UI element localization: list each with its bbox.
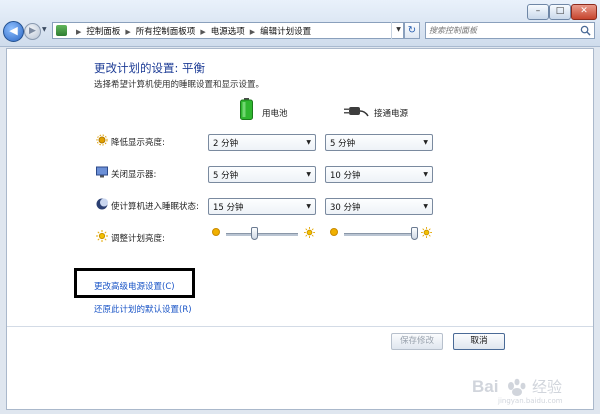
breadcrumb: ▶ 控制面板 ▶ 所有控制面板项 ▶ 电源选项 ▶ 编辑计划设置 — [71, 25, 311, 37]
content-panel — [6, 48, 594, 410]
close-button[interactable]: ✕ — [571, 4, 597, 20]
chevron-down-icon: ▼ — [306, 171, 311, 178]
brightness-battery-slider-thumb[interactable] — [251, 227, 259, 240]
chevron-down-icon: ▼ — [306, 139, 311, 146]
brightness-battery-track[interactable] — [226, 233, 298, 236]
advanced-power-settings-link[interactable]: 更改高级电源设置(C) — [94, 280, 175, 292]
page-subtitle: 选择希望计算机使用的睡眠设置和显示设置。 — [94, 80, 265, 90]
recent-pages-dropdown[interactable]: ▼ — [42, 26, 47, 33]
minimize-button[interactable]: – — [527, 4, 549, 20]
sleep-battery-value: 15 分钟 — [213, 203, 244, 213]
dim-sun-icon — [212, 228, 220, 236]
breadcrumb-item-all-items[interactable]: 所有控制面板项 — [136, 27, 196, 37]
breadcrumb-separator-icon: ▶ — [76, 28, 82, 36]
dim-display-label: 降低显示亮度: — [111, 138, 165, 148]
dim-display-battery-select[interactable]: 2 分钟 ▼ — [208, 134, 316, 151]
chevron-down-icon: ▼ — [306, 203, 311, 210]
brightness-plugged-slider-thumb[interactable] — [411, 227, 419, 240]
maximize-button[interactable]: □ — [549, 4, 571, 20]
turn-off-display-battery-value: 5 分钟 — [213, 171, 239, 181]
sleep-battery-select[interactable]: 15 分钟 ▼ — [208, 198, 316, 215]
brightness-plugged-track[interactable] — [344, 233, 416, 236]
sleep-plugged-select[interactable]: 30 分钟 ▼ — [325, 198, 433, 215]
address-bar[interactable]: ▶ 控制面板 ▶ 所有控制面板项 ▶ 电源选项 ▶ 编辑计划设置 — [52, 22, 404, 39]
battery-icon — [240, 98, 253, 120]
column-header-plugged: 接通电源 — [374, 109, 409, 119]
dim-display-plugged-select[interactable]: 5 分钟 ▼ — [325, 134, 433, 151]
monitor-icon — [96, 166, 108, 178]
breadcrumb-item-control-panel[interactable]: 控制面板 — [86, 27, 120, 37]
svg-text:Bai: Bai — [472, 377, 498, 396]
refresh-button[interactable]: ↻ — [404, 22, 420, 39]
search-input[interactable] — [429, 24, 569, 37]
search-box[interactable] — [425, 22, 595, 39]
svg-text:经验: 经验 — [532, 378, 562, 396]
turn-off-display-battery-select[interactable]: 5 分钟 ▼ — [208, 166, 316, 183]
restore-defaults-link[interactable]: 还原此计划的默认设置(R) — [94, 303, 192, 315]
breadcrumb-item-edit-plan[interactable]: 编辑计划设置 — [260, 27, 311, 37]
turn-off-display-plugged-value: 10 分钟 — [330, 171, 361, 181]
baidu-jingyan-watermark: Bai 经验 jingyan.baidu.com — [472, 377, 563, 405]
sleep-plugged-value: 30 分钟 — [330, 203, 361, 213]
breadcrumb-separator-icon: ▶ — [200, 28, 206, 36]
breadcrumb-separator-icon: ▶ — [125, 28, 131, 36]
bright-sun-icon — [421, 227, 432, 238]
svg-text:jingyan.baidu.com: jingyan.baidu.com — [497, 397, 563, 405]
search-icon[interactable] — [580, 25, 591, 36]
brightness-sun-icon — [96, 230, 108, 242]
bright-sun-icon — [304, 227, 315, 238]
back-button[interactable]: ◀ — [3, 21, 24, 42]
breadcrumb-item-power-options[interactable]: 电源选项 — [211, 27, 245, 37]
dim-sun-icon — [330, 228, 338, 236]
turn-off-display-label: 关闭显示器: — [111, 170, 157, 180]
brightness-label: 调整计划亮度: — [111, 234, 165, 244]
control-panel-icon — [56, 25, 67, 36]
cancel-button[interactable]: 取消 — [453, 333, 505, 350]
sleep-moon-icon — [96, 198, 108, 210]
turn-off-display-plugged-select[interactable]: 10 分钟 ▼ — [325, 166, 433, 183]
dim-display-plugged-value: 5 分钟 — [330, 139, 356, 149]
save-changes-button[interactable]: 保存修改 — [391, 333, 443, 350]
dim-display-battery-value: 2 分钟 — [213, 139, 239, 149]
power-plug-icon — [344, 107, 369, 117]
divider — [7, 326, 593, 327]
breadcrumb-separator-icon: ▶ — [249, 28, 256, 36]
chevron-down-icon: ▼ — [423, 171, 428, 178]
sleep-label: 使计算机进入睡眠状态: — [111, 202, 199, 212]
address-dropdown-button[interactable]: ▼ — [391, 22, 405, 39]
chevron-down-icon: ▼ — [423, 139, 428, 146]
chevron-down-icon: ▼ — [423, 203, 428, 210]
column-header-battery: 用电池 — [262, 109, 288, 119]
page-title: 更改计划的设置: 平衡 — [94, 61, 206, 75]
dim-display-icon — [96, 134, 108, 146]
forward-button[interactable]: ▶ — [24, 23, 41, 40]
